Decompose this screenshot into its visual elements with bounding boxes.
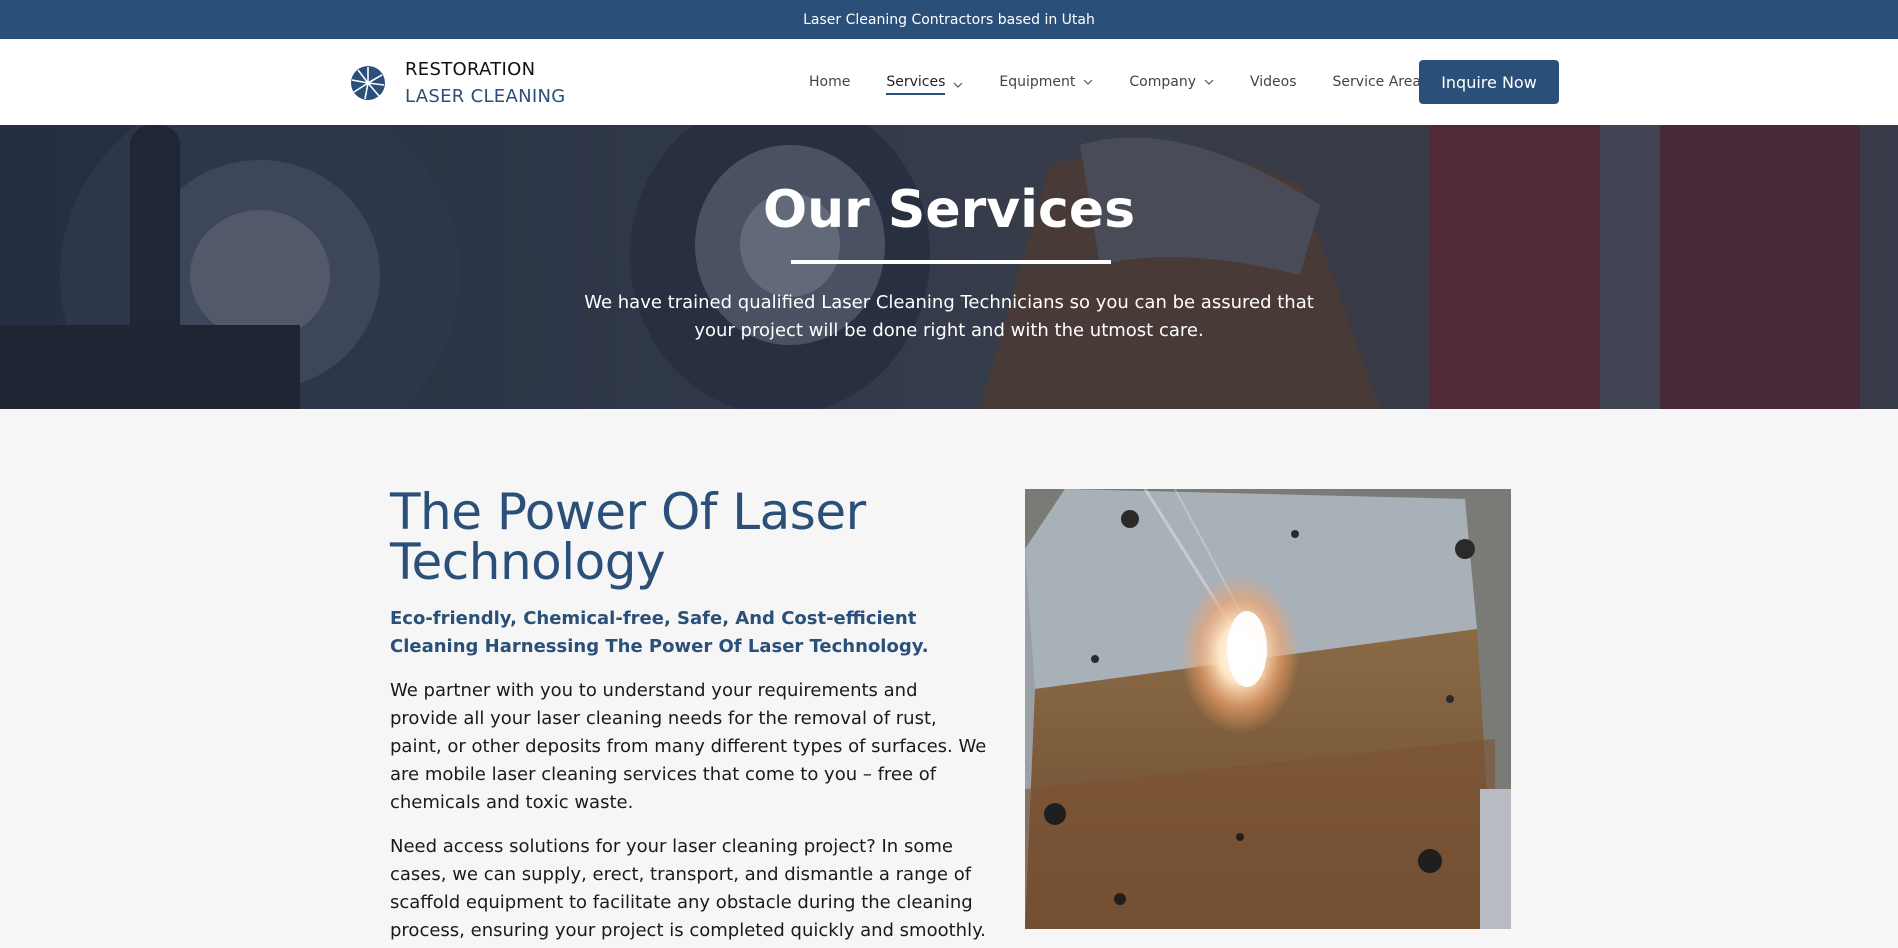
- nav-services[interactable]: Services: [886, 74, 963, 95]
- paragraph-partner: We partner with you to understand your r…: [390, 680, 987, 813]
- nav-service-area[interactable]: Service Area: [1333, 74, 1421, 90]
- nav-equipment[interactable]: Equipment: [999, 74, 1093, 90]
- nav-equipment-label: Equipment: [999, 74, 1076, 90]
- nav-company-label: Company: [1129, 74, 1196, 90]
- nav-service-area-label: Service Area: [1332, 74, 1421, 90]
- logo-text-laser-cleaning: LASER CLEANING: [405, 86, 566, 107]
- laser-burst-icon: [351, 66, 385, 100]
- logo-text-restoration: RESTORATION: [405, 59, 536, 80]
- hero-overlay: [0, 125, 1898, 409]
- site-logo[interactable]: RESTORATION LASER CLEANING: [349, 56, 565, 110]
- hero-subtitle: We have trained qualified Laser Cleaning…: [584, 292, 1314, 341]
- nav-home-label: Home: [809, 74, 851, 90]
- chevron-down-icon: [953, 82, 963, 88]
- hero-title: Our Services: [762, 180, 1136, 240]
- chevron-down-icon: [1204, 79, 1214, 85]
- nav-services-label: Services: [886, 74, 946, 95]
- hero-divider: [791, 260, 1111, 264]
- hero-banner: Our Services We have trained qualified L…: [0, 125, 1898, 409]
- laser-cleaning-photo: [1025, 489, 1511, 929]
- section-subheading: Eco-friendly, Chemical-free, Safe, And C…: [390, 608, 929, 657]
- site-header: RESTORATION LASER CLEANING Home Services…: [0, 39, 1898, 125]
- laser-cleaning-image: [1025, 489, 1511, 929]
- intro-section: The Power Of Laser Technology Eco-friend…: [390, 487, 990, 945]
- chevron-down-icon: [1083, 79, 1093, 85]
- announcement-bar: Laser Cleaning Contractors based in Utah: [0, 0, 1898, 39]
- nav-videos[interactable]: Videos: [1250, 74, 1297, 90]
- nav-company[interactable]: Company: [1129, 74, 1214, 90]
- main-nav: Home Services Equipment Company Videos S…: [809, 39, 1457, 125]
- inquire-now-button[interactable]: Inquire Now: [1419, 60, 1559, 104]
- nav-home[interactable]: Home: [809, 74, 850, 90]
- paragraph-scaffold: Need access solutions for your laser cle…: [390, 836, 986, 941]
- section-heading: The Power Of Laser Technology: [390, 483, 866, 591]
- announcement-text: Laser Cleaning Contractors based in Utah: [803, 11, 1095, 28]
- nav-videos-label: Videos: [1250, 74, 1297, 90]
